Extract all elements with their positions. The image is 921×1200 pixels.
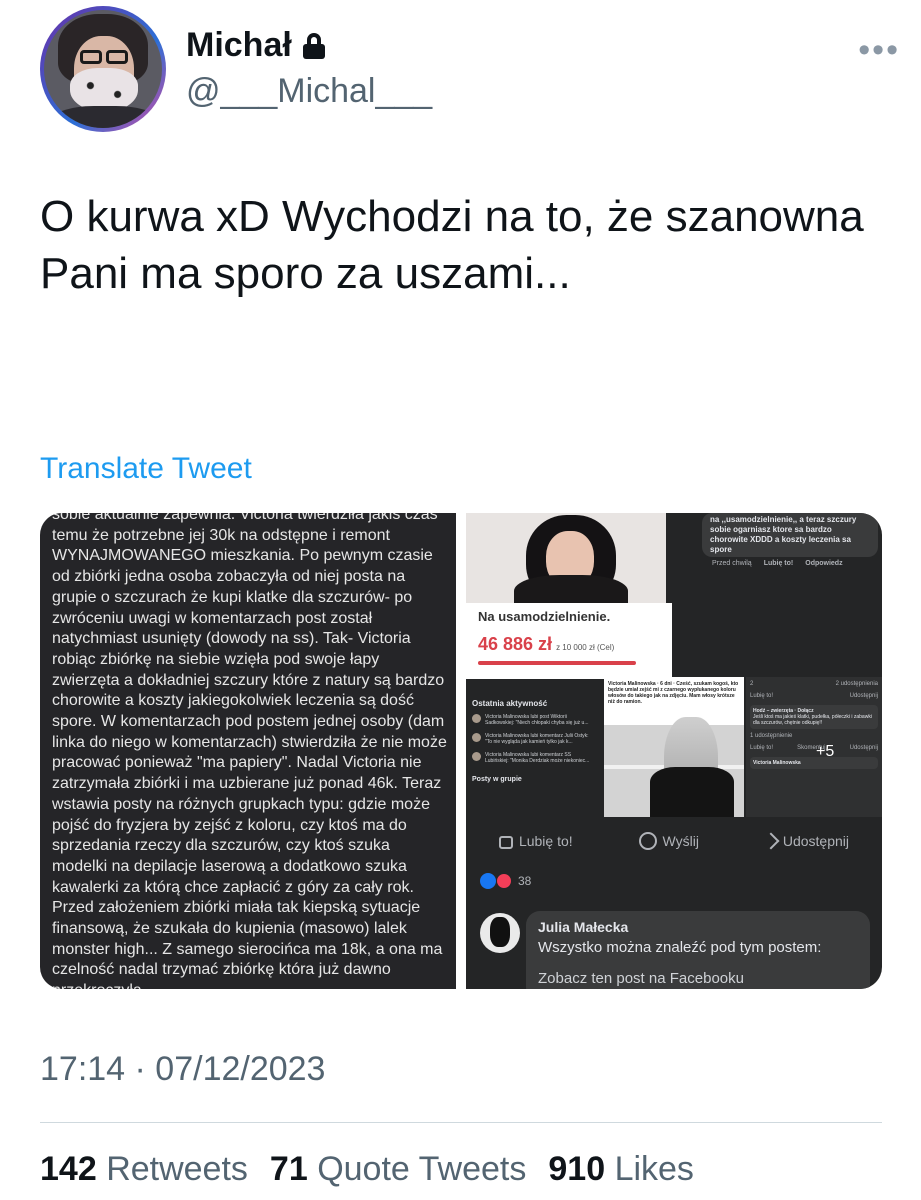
more-images-count: +5 <box>816 743 835 760</box>
display-name[interactable]: Michał <box>186 26 292 65</box>
activity-item: Victoria Malinowska lubi komentarz Julii… <box>472 733 596 745</box>
fundraiser-goal: z 10 000 zł (Cel) <box>556 643 615 652</box>
more-options-icon[interactable]: ••• <box>858 33 900 67</box>
activity-item: Victoria Malinowska lubi post Wiktorii S… <box>472 714 596 726</box>
commenter-name: Julia Małecka <box>538 919 629 935</box>
user-handle[interactable]: @___Michal___ <box>186 72 432 111</box>
comment-bubble: Julia Małecka Wszystko można znaleźć pod… <box>526 911 870 989</box>
tweet-text: O kurwa xD Wychodzi na to, że szanowna P… <box>40 192 864 298</box>
reactions-count: 38 <box>518 874 532 888</box>
comment-text: Wszystko można znaleźć pod tym postem: <box>538 939 822 956</box>
rats-post-screenshot: 22 udostępnienia Lubię to! Udostępnij Hod… <box>746 677 882 817</box>
avatar <box>472 714 481 723</box>
comment-reply-link: Odpowiedz <box>805 560 843 567</box>
avatar <box>472 752 481 761</box>
comment-like-link: Lubię to! <box>763 560 794 567</box>
quote-tweets-stat[interactable]: 71 Quote Tweets <box>270 1150 526 1189</box>
media-image-facebook-screenshot[interactable]: Na usamodzielnienie. 46 886 zł z 10 000 … <box>466 513 882 989</box>
comment-actions: Przed chwilą Lubię to! Odpowiedz <box>712 560 843 567</box>
thumbs-up-icon <box>498 836 513 849</box>
comment-link: Zobacz ten post na Facebooku <box>538 970 744 987</box>
fb-like-action: Lubię to! <box>498 833 573 849</box>
like-reaction-icon <box>480 873 496 889</box>
fb-send-action: Wyślij <box>638 832 699 850</box>
fundraiser-amount: 46 886 zł <box>478 634 553 654</box>
activity-title: Ostatnia aktywność <box>472 699 548 708</box>
avatar <box>480 913 520 953</box>
avatar[interactable] <box>40 6 166 132</box>
fundraiser-photo <box>466 513 666 603</box>
fundraiser-title: Na usamodzielnienie. <box>478 609 611 624</box>
facebook-actions: Lubię to! Wyślij Udostępnij <box>466 817 882 865</box>
lock-icon <box>302 32 326 60</box>
fundraiser-progress-bar <box>478 661 636 665</box>
tweet-header: Michał @___Michal___ ••• <box>40 6 900 136</box>
reactions: 38 <box>480 873 531 889</box>
fb-share-action: Udostępnij <box>762 832 849 850</box>
likes-stat[interactable]: 910 Likes <box>548 1150 694 1189</box>
comment-bubble: na ,,usamodzielnienie,, a teraz szczury … <box>702 513 878 557</box>
hair-post-caption: Victoria Malinowska · 6 dni · Cześć, szu… <box>604 677 744 709</box>
tweet-media[interactable]: sobie aktualnie zapewnia. Victoria twier… <box>40 513 882 989</box>
recent-activity-panel: Ostatnia aktywność Victoria Malinowska l… <box>466 693 602 813</box>
comment-time: Przed chwilą <box>712 560 752 567</box>
name-row: Michał <box>186 26 326 65</box>
group-posts-label: Posty w grupie <box>472 776 522 783</box>
tweet-timestamp[interactable]: 17:14 · 07/12/2023 <box>40 1050 325 1089</box>
retweets-stat[interactable]: 142 Retweets <box>40 1150 248 1189</box>
messenger-icon <box>638 832 657 850</box>
screenshot-text: sobie aktualnie zapewnia. Victoria twier… <box>52 513 447 989</box>
media-image-text-screenshot[interactable]: sobie aktualnie zapewnia. Victoria twier… <box>40 513 456 989</box>
love-reaction-icon <box>496 873 512 889</box>
translate-tweet-link[interactable]: Translate Tweet <box>40 452 252 486</box>
rats-group-post: Hodź – zwierzęta · Dołącz Jeśli ktoś ma … <box>750 705 878 729</box>
fundraiser-card: Na usamodzielnienie. 46 886 zł z 10 000 … <box>466 603 672 679</box>
share-arrow-icon <box>762 832 780 850</box>
divider <box>40 1122 882 1123</box>
avatar <box>472 733 481 742</box>
tweet-stats: 142 Retweets 71 Quote Tweets 910 Likes <box>40 1150 694 1189</box>
hair-post-screenshot: Victoria Malinowska · 6 dni · Cześć, szu… <box>604 677 744 817</box>
activity-item: Victoria Malinowska lubi komentarz SS Lu… <box>472 752 596 764</box>
